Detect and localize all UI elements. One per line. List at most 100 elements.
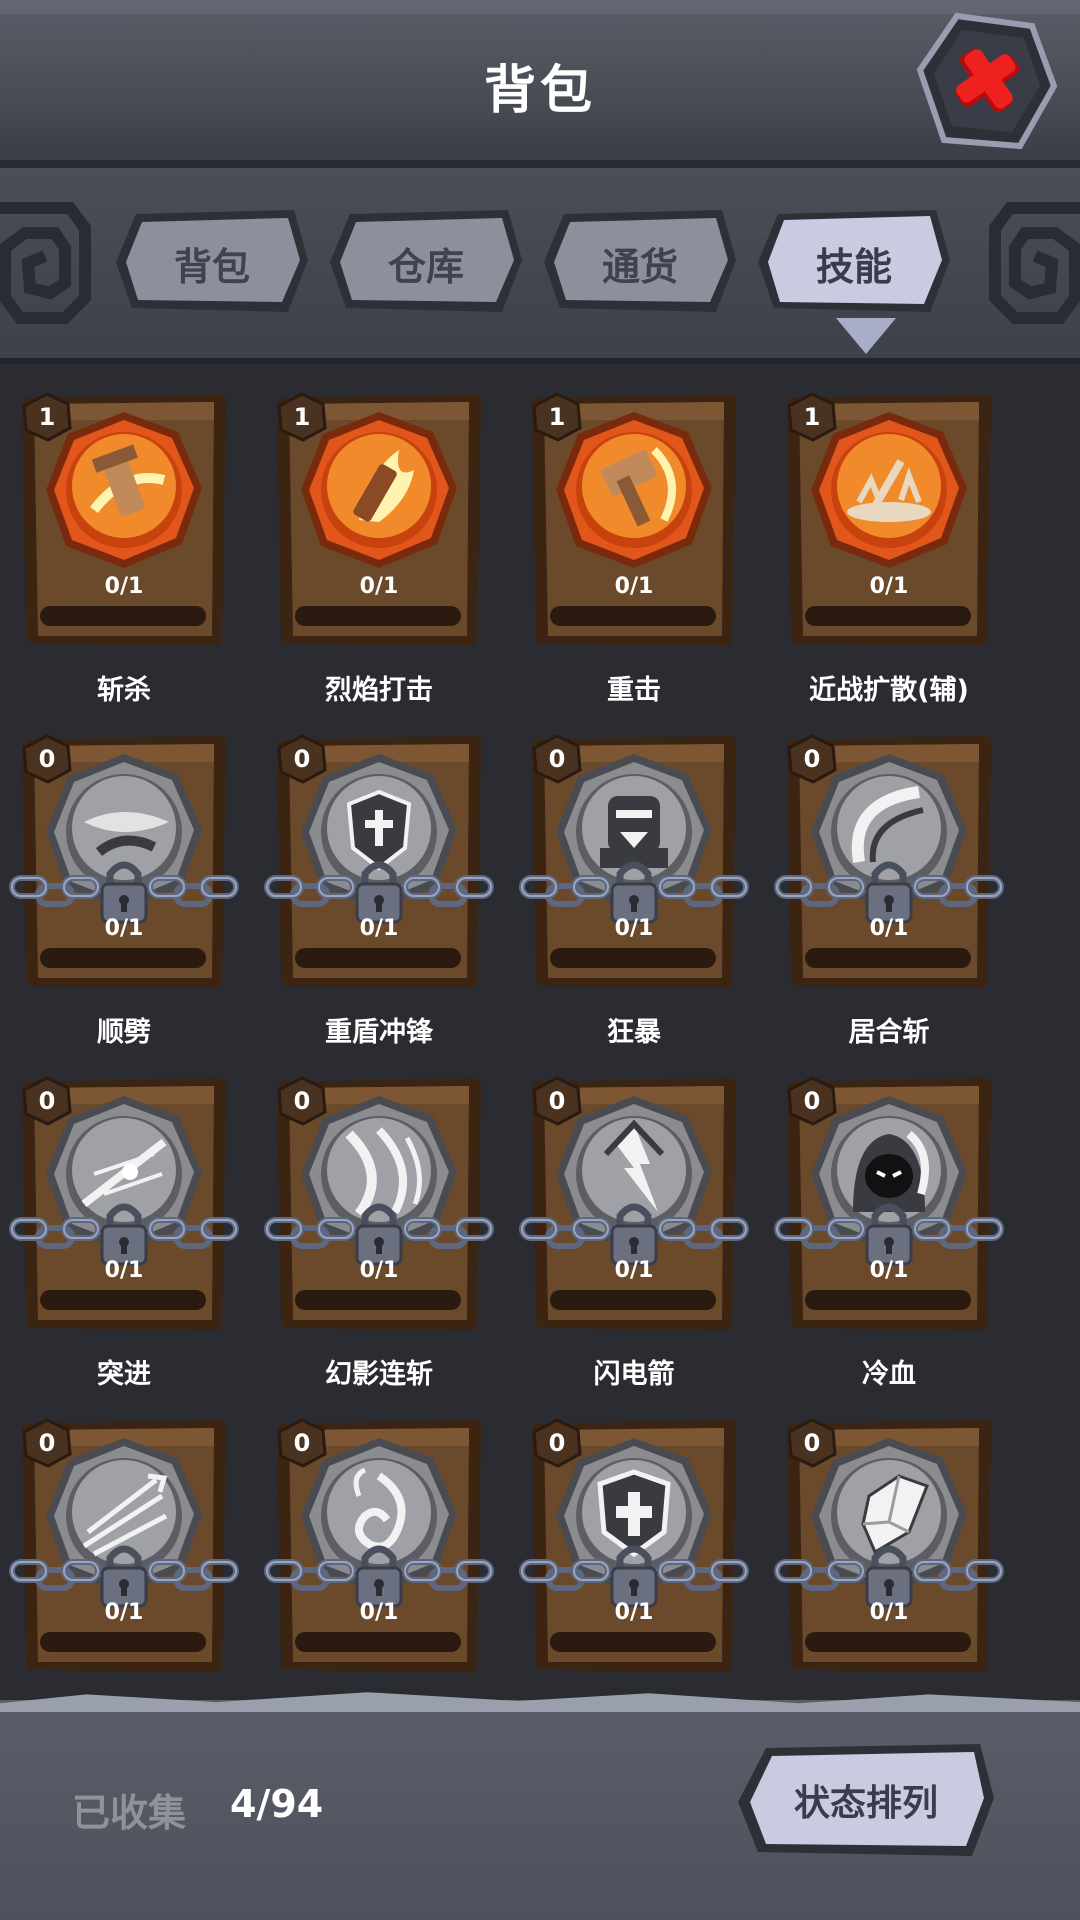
skill-card[interactable]: 1 0/1 近战扩散(辅): [769, 370, 1009, 706]
progress-text: 0/1: [104, 916, 144, 941]
level-value: 0: [548, 745, 566, 773]
progress-bar: [805, 1290, 971, 1310]
level-badge: 0: [277, 1076, 327, 1126]
progress-text: 0/1: [614, 574, 654, 599]
skill-card[interactable]: 0: [514, 1376, 754, 1676]
skill-grid: 1 0/1 斩杀 1 0/1 烈焰打击 1 0/1 重击 1 0/1 近战扩散(…: [0, 370, 1080, 1700]
skill-card-frame: 0 0/1: [774, 1416, 1004, 1676]
skill-card[interactable]: 0: [4, 1034, 244, 1390]
skill-card-frame: 1 0/1: [14, 390, 234, 650]
tab-label: 仓库: [387, 244, 464, 289]
progress-text: 0/1: [359, 574, 399, 599]
skill-card-frame: 0 0/1: [264, 1074, 494, 1334]
progress-text: 0/1: [359, 1600, 399, 1625]
skill-card-frame: 1 0/1: [524, 390, 744, 650]
progress-text: 0/1: [614, 1258, 654, 1283]
top-bar: 背包: [0, 0, 1080, 168]
sort-button-label: 状态排列: [793, 1783, 938, 1824]
progress-text: 0/1: [869, 574, 909, 599]
skill-card-frame: 0 0/1: [519, 1416, 749, 1676]
skill-card-frame: 0 0/1: [9, 1074, 239, 1334]
progress-bar: [805, 606, 971, 626]
level-value: 1: [803, 403, 821, 431]
level-badge: 1: [277, 392, 327, 442]
tab-label: 通货: [601, 244, 678, 289]
level-badge: 1: [787, 392, 837, 442]
level-value: 0: [803, 1429, 821, 1457]
progress-bar: [550, 1290, 716, 1310]
progress-text: 0/1: [869, 1600, 909, 1625]
skill-card[interactable]: 0: [514, 692, 754, 1048]
skill-card[interactable]: 0: [769, 1376, 1009, 1676]
progress-bar: [40, 1632, 206, 1652]
progress-bar: [805, 1632, 971, 1652]
tab-currency[interactable]: 通货: [542, 208, 738, 318]
level-badge: 1: [532, 392, 582, 442]
skill-card[interactable]: 0: [259, 692, 499, 1048]
swirl-ornament-icon: [0, 202, 91, 324]
tab-warehouse[interactable]: 仓库: [328, 208, 524, 318]
level-value: 0: [293, 1087, 311, 1115]
level-badge: 0: [787, 1418, 837, 1468]
skill-card-frame: 0 0/1: [264, 1416, 494, 1676]
level-badge: 0: [532, 1076, 582, 1126]
level-value: 0: [803, 745, 821, 773]
skill-card[interactable]: 1 0/1 重击: [514, 370, 754, 706]
skill-card-frame: 0 0/1: [519, 1074, 749, 1334]
progress-text: 0/1: [359, 916, 399, 941]
tab-label: 背包: [173, 244, 250, 289]
progress-text: 0/1: [869, 1258, 909, 1283]
skill-card[interactable]: 0: [514, 1034, 754, 1390]
progress-bar: [295, 948, 461, 968]
bottom-bar: 已收集 4/94 状态排列: [0, 1700, 1080, 1920]
progress-bar: [40, 1290, 206, 1310]
level-badge: 1: [22, 392, 72, 442]
level-value: 1: [548, 403, 566, 431]
collected-count: 4/94: [230, 1782, 324, 1826]
level-badge: 0: [22, 1076, 72, 1126]
skill-card[interactable]: 1 0/1 斩杀: [4, 370, 244, 706]
level-badge: 0: [787, 1076, 837, 1126]
level-value: 0: [38, 1087, 56, 1115]
level-badge: 0: [277, 1418, 327, 1468]
progress-text: 0/1: [104, 1600, 144, 1625]
tab-bag[interactable]: 背包: [114, 208, 310, 318]
progress-bar: [550, 948, 716, 968]
sort-by-status-button[interactable]: 状态排列: [736, 1740, 996, 1860]
skill-card-frame: 0 0/1: [264, 732, 494, 992]
skill-card[interactable]: 0: [4, 1376, 244, 1676]
level-badge: 0: [532, 1418, 582, 1468]
progress-bar: [40, 948, 206, 968]
progress-bar: [805, 948, 971, 968]
skill-card[interactable]: 0: [769, 692, 1009, 1048]
progress-bar: [295, 1290, 461, 1310]
progress-text: 0/1: [104, 574, 144, 599]
level-value: 0: [293, 1429, 311, 1457]
active-tab-pointer: [836, 318, 896, 354]
tab-bar: 背包 仓库 通货 技能: [0, 168, 1080, 364]
skill-card[interactable]: 0: [259, 1376, 499, 1676]
skill-card[interactable]: 0: [259, 1034, 499, 1390]
level-value: 0: [803, 1087, 821, 1115]
skill-card-frame: 1 0/1: [779, 390, 999, 650]
progress-text: 0/1: [614, 1600, 654, 1625]
level-value: 0: [293, 745, 311, 773]
tab-label: 技能: [815, 244, 892, 289]
level-badge: 0: [277, 734, 327, 784]
tab-skills[interactable]: 技能: [756, 208, 952, 318]
skill-card-frame: 0 0/1: [774, 732, 1004, 992]
skill-card[interactable]: 0: [769, 1034, 1009, 1390]
skill-card[interactable]: 0: [4, 692, 244, 1048]
progress-bar: [40, 606, 206, 626]
progress-text: 0/1: [359, 1258, 399, 1283]
skill-card-frame: 0 0/1: [9, 1416, 239, 1676]
level-value: 1: [293, 403, 311, 431]
progress-text: 0/1: [869, 916, 909, 941]
skill-card-frame: 1 0/1: [269, 390, 489, 650]
skill-card-frame: 0 0/1: [774, 1074, 1004, 1334]
skill-card[interactable]: 1 0/1 烈焰打击: [259, 370, 499, 706]
level-value: 0: [38, 1429, 56, 1457]
level-badge: 0: [532, 734, 582, 784]
swirl-ornament-icon: [989, 202, 1080, 324]
close-button[interactable]: [912, 8, 1062, 158]
